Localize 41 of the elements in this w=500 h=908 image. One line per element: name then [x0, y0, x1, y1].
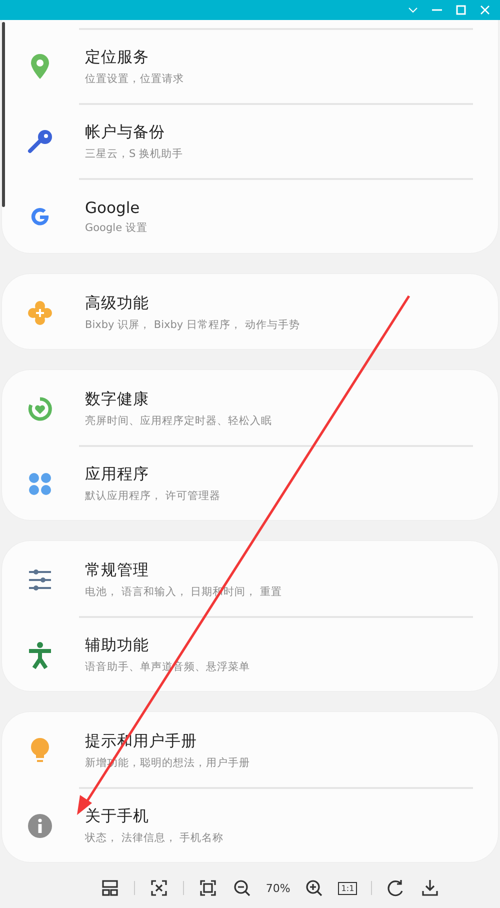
item-subtitle: 位置设置，位置请求	[85, 72, 184, 86]
item-subtitle: 三星云，S 换机助手	[85, 147, 184, 161]
google-g-icon	[29, 206, 51, 228]
item-title: 定位服务	[85, 47, 150, 68]
info-icon	[28, 814, 52, 838]
settings-item[interactable]: Google Google 设置	[79, 178, 473, 253]
item-subtitle: Google 设置	[85, 220, 148, 234]
settings-item[interactable]: 关于手机 状态， 法律信息， 手机名称	[79, 787, 473, 862]
fit-screen-icon[interactable]	[148, 878, 169, 898]
settings-item[interactable]: 定位服务 位置设置，位置请求	[79, 28, 473, 103]
heart-ring-icon	[27, 396, 53, 422]
item-title: Google	[85, 198, 141, 216]
lightbulb-icon	[30, 738, 50, 764]
item-subtitle: 亮屏时间、应用程序定时器、轻松入眠	[85, 414, 272, 428]
settings-item[interactable]: 数字健康 亮屏时间、应用程序定时器、轻松入眠	[79, 370, 473, 445]
zoom-out-icon[interactable]	[232, 878, 252, 898]
frame-icon[interactable]	[198, 878, 218, 898]
item-title: 数字健康	[85, 389, 150, 410]
layout-grid-icon[interactable]	[100, 878, 120, 898]
item-title: 高级功能	[85, 293, 150, 314]
item-title: 辅助功能	[85, 635, 150, 656]
location-pin-icon	[30, 54, 50, 80]
item-title: 应用程序	[85, 464, 150, 485]
sliders-icon	[28, 568, 52, 590]
item-title: 帐户与备份	[85, 122, 166, 143]
zoom-in-icon[interactable]	[304, 878, 324, 898]
settings-item[interactable]: 高级功能 Bixby 识屏， Bixby 日常程序， 动作与手势	[79, 274, 473, 349]
item-subtitle: Bixby 识屏， Bixby 日常程序， 动作与手势	[85, 318, 300, 332]
settings-item[interactable]: 帐户与备份 三星云，S 换机助手	[79, 103, 473, 178]
settings-item[interactable]: 应用程序 默认应用程序， 许可管理器	[79, 445, 473, 520]
download-icon[interactable]	[420, 878, 440, 898]
item-title: 关于手机	[85, 806, 150, 827]
four-dots-icon	[28, 472, 52, 496]
item-title: 常规管理	[85, 560, 150, 581]
flower-plus-icon	[28, 300, 52, 324]
item-subtitle: 状态， 法律信息， 手机名称	[85, 831, 224, 845]
accessibility-person-icon	[28, 640, 52, 668]
key-icon	[27, 128, 53, 154]
item-subtitle: 默认应用程序， 许可管理器	[85, 489, 220, 503]
actual-size-button[interactable]: 1:1	[338, 882, 358, 894]
zoom-level: 70%	[266, 882, 290, 894]
